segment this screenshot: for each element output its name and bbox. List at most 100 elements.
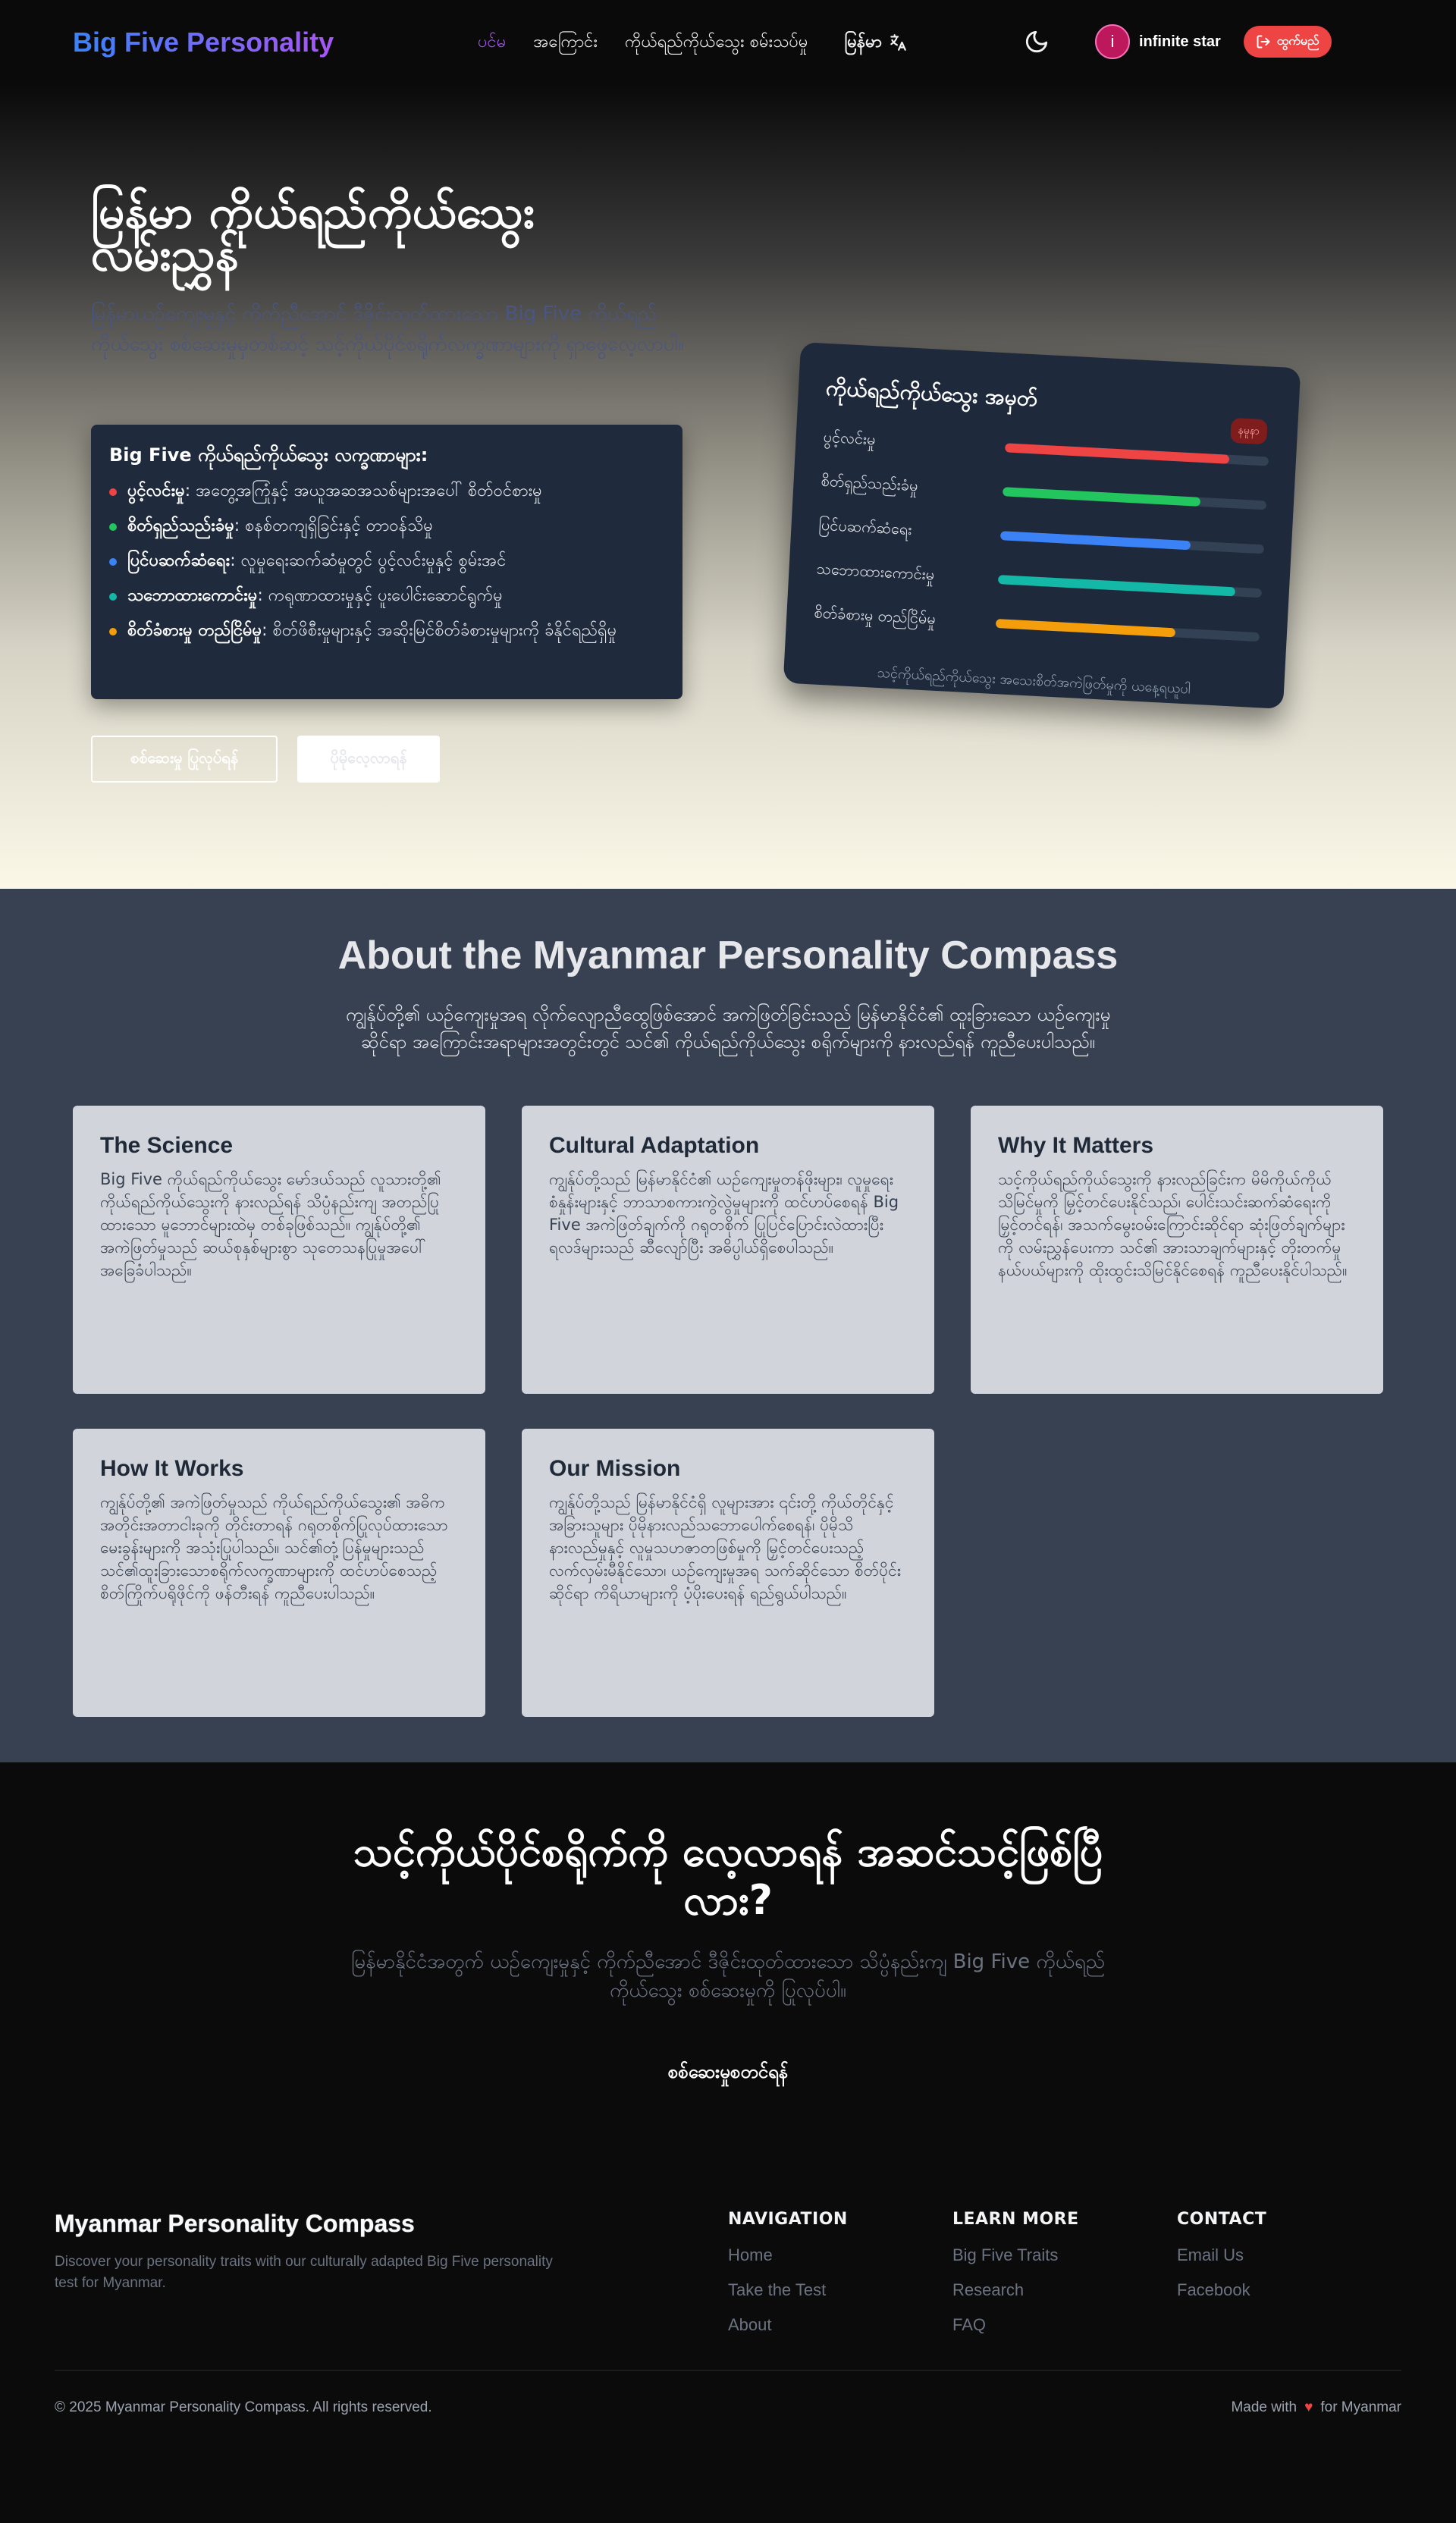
footer-link-home[interactable]: Home	[728, 2245, 952, 2265]
avatar[interactable]: i	[1095, 24, 1130, 59]
heart-icon: ♥	[1304, 2399, 1313, 2415]
footer-col-learn-more: LEARN MORE Big Five Traits Research FAQ	[952, 2210, 1177, 2350]
hero-title: မြန်မာ ကိုယ်ရည်ကိုယ်သွေး လမ်းညွှန်	[91, 186, 535, 281]
hero-section: မြန်မာ ကိုယ်ရည်ကိုယ်သွေး လမ်းညွှန် မြန်မ…	[0, 85, 1456, 889]
trait-name: ပွင့်လင်းမှု	[127, 482, 185, 501]
footer-col-title: NAVIGATION	[728, 2210, 848, 2229]
cta-section: သင့်ကိုယ်ပိုင်စရိုက်ကို လေ့လာရန် အဆင်သင့…	[0, 1762, 1456, 2164]
trait-name: ပြင်ပဆက်ဆံရေး	[127, 551, 231, 570]
about-subtitle: ကျွန်ုပ်တို့၏ ယဉ်ကျေးမှုအရ လိုက်လျောညီထွ…	[345, 1004, 1111, 1053]
footer-divider	[55, 2370, 1401, 2371]
card-body: ကျွန်ုပ်တို့၏ အကဲဖြတ်မှုသည် ကိုယ်ရည်ကိုယ…	[100, 1493, 448, 1602]
trait-score-fill	[1004, 443, 1230, 464]
trait-score-label: ပွင့်လင်းမှု	[823, 427, 877, 449]
nav-link-test[interactable]: ကိုယ်ရည်ကိုယ်သွေး စမ်းသပ်မှု	[625, 30, 808, 55]
trait-text: သဘောထားကောင်းမှု: ကရုဏာထားမှုနှင့် ပူးပေ…	[127, 585, 503, 607]
top-navbar: Big Five Personality ပင်မ အကြောင်း ကိုယ်…	[0, 0, 1456, 85]
about-card-why-it-matters: Why It Matters သင့်ကိုယ်ရည်ကိုယ်သွေးကို …	[971, 1106, 1383, 1394]
brand-logo[interactable]: Big Five Personality	[73, 27, 334, 58]
footer-col-contact: CONTACT Email Us Facebook	[1177, 2210, 1401, 2350]
footer-link-research[interactable]: Research	[952, 2280, 1177, 2300]
trait-score-track	[1002, 487, 1267, 510]
card-body: ကျွန်ုပ်တို့သည် မြန်မာနိုင်ငံ၏ ယဉ်ကျေးမှ…	[549, 1170, 899, 1257]
trait-card-title: ကိုယ်ရည်ကိုယ်သွေး အမှတ်	[825, 375, 1038, 412]
trait-score-label: ပြင်ပဆက်ဆံရေး	[818, 515, 913, 539]
trait-item: သဘောထားကောင်းမှု: ကရုဏာထားမှုနှင့် ပူးပေ…	[109, 585, 664, 607]
trait-score-card: ကိုယ်ရည်ကိုယ်သွေး အမှတ် နမူနာ ပွင့်လင်းမ…	[783, 342, 1301, 709]
trait-score-label: စိတ်ရှည်သည်းခံမှု	[821, 471, 919, 495]
cta-title: သင့်ကိုယ်ပိုင်စရိုက်ကို လေ့လာရန် အဆင်သင့…	[353, 1828, 1103, 1924]
about-card-cultural-adaptation: Cultural Adaptation ကျွန်ုပ်တို့သည် မြန်…	[522, 1106, 934, 1394]
about-card-our-mission: Our Mission ကျွန်ုပ်တို့သည် မြန်မာနိုင်င…	[522, 1429, 934, 1717]
trait-item: ပြင်ပဆက်ဆံရေး: လူမှုရေးဆက်ဆံမှုတွင် ပွင့…	[109, 551, 664, 572]
nav-link-about[interactable]: အကြောင်း	[533, 30, 598, 55]
footer-brand-block: Myanmar Personality Compass Discover you…	[55, 2210, 728, 2350]
footer: Myanmar Personality Compass Discover you…	[0, 2164, 1456, 2446]
trait-score-fill	[995, 619, 1175, 638]
cta-subtitle: မြန်မာနိုင်ငံအတွက် ယဉ်ကျေးမှုနှင့် ကိုက်…	[350, 1950, 1106, 2002]
footer-link-about[interactable]: About	[728, 2315, 952, 2335]
translate-icon	[890, 34, 906, 51]
language-switcher[interactable]: မြန်မာ	[845, 30, 908, 55]
trait-desc: : စိတ်ဖိစီးမှုများနှင့် အဆိုးမြင်စိတ်ခံစ…	[262, 621, 617, 640]
card-body: သင့်ကိုယ်ရည်ကိုယ်သွေးကို နားလည်ခြင်းက မိ…	[998, 1170, 1348, 1279]
nav-links: ပင်မ အကြောင်း ကိုယ်ရည်ကိုယ်သွေး စမ်းသပ်မ…	[478, 0, 908, 85]
language-label: မြန်မာ	[844, 32, 882, 52]
footer-link-faq[interactable]: FAQ	[952, 2315, 1177, 2335]
traits-summary-box: Big Five ကိုယ်ရည်ကိုယ်သွေး လက္ခဏာများ: ပ…	[91, 425, 682, 699]
trait-score-row: စိတ်ခံစားမှု တည်ငြိမ်မှု	[814, 602, 1260, 648]
take-test-button[interactable]: စစ်ဆေးမှု ပြုလုပ်ရန်	[91, 736, 278, 783]
made-with-label: Made with	[1231, 2399, 1298, 2415]
logout-icon	[1257, 35, 1270, 49]
card-title: Our Mission	[549, 1456, 681, 1481]
card-title: Cultural Adaptation	[549, 1133, 760, 1158]
footer-link-facebook[interactable]: Facebook	[1177, 2280, 1401, 2300]
trait-text: ပြင်ပဆက်ဆံရေး: လူမှုရေးဆက်ဆံမှုတွင် ပွင့…	[127, 551, 506, 572]
trait-score-fill	[1002, 487, 1201, 507]
traits-list: ပွင့်လင်းမှု: အတွေ့အကြုံနှင့် အယူအဆအသစ်မ…	[109, 481, 664, 642]
nav-link-home[interactable]: ပင်မ	[478, 30, 506, 55]
made-for-label: for Myanmar	[1320, 2399, 1401, 2415]
trait-score-track	[1004, 443, 1269, 466]
footer-link-take-test[interactable]: Take the Test	[728, 2280, 952, 2300]
trait-dot	[109, 593, 117, 601]
trait-dot	[109, 523, 117, 531]
learn-more-button[interactable]: ပိုမိုလေ့လာရန်	[297, 736, 440, 783]
about-card-science: The Science Big Five ကိုယ်ရည်ကိုယ်သွေး မ…	[73, 1106, 485, 1394]
trait-desc: : ကရုဏာထားမှုနှင့် ပူးပေါင်းဆောင်ရွက်မှု	[257, 586, 503, 605]
trait-score-rows: ပွင့်လင်းမှုစိတ်ရှည်သည်းခံမှုပြင်ပဆက်ဆံရ…	[814, 427, 1269, 648]
trait-text: ပွင့်လင်းမှု: အတွေ့အကြုံနှင့် အယူအဆအသစ်မ…	[127, 481, 542, 502]
trait-score-track	[997, 575, 1263, 598]
trait-text: စိတ်ရှည်သည်းခံမှု: စနစ်တကျရှိခြင်းနှင့် …	[127, 516, 433, 537]
footer-col-navigation: NAVIGATION Home Take the Test About	[728, 2210, 952, 2350]
trait-card-footer: သင့်ကိုယ်ရည်ကိုယ်သွေး အသေးစိတ်အကဲဖြတ်မှု…	[877, 664, 1191, 698]
about-title: About the Myanmar Personality Compass	[337, 934, 1119, 978]
card-body: Big Five ကိုယ်ရည်ကိုယ်သွေး မော်ဒယ်သည် လူ…	[100, 1170, 441, 1279]
trait-item: စိတ်ခံစားမှု တည်ငြိမ်မှု: စိတ်ဖိစီးမှုမျ…	[109, 620, 664, 642]
card-title: The Science	[100, 1133, 234, 1158]
trait-score-fill	[999, 531, 1191, 551]
trait-dot	[109, 488, 117, 496]
trait-score-row: ပြင်ပဆက်ဆံရေး	[818, 515, 1265, 561]
trait-dot	[109, 558, 117, 566]
trait-desc: : လူမှုရေးဆက်ဆံမှုတွင် ပွင့်လင်းမှုနှင့်…	[230, 551, 507, 570]
card-title: How It Works	[100, 1456, 244, 1481]
footer-link-email[interactable]: Email Us	[1177, 2245, 1401, 2265]
trait-item: စိတ်ရှည်သည်းခံမှု: စနစ်တကျရှိခြင်းနှင့် …	[109, 516, 664, 537]
footer-link-big-five-traits[interactable]: Big Five Traits	[952, 2245, 1177, 2265]
trait-score-row: ပွင့်လင်းမှု	[823, 427, 1269, 473]
trait-score-row: သဘောထားကောင်းမှု	[816, 559, 1263, 605]
user-menu[interactable]: i infinite star ထွက်မည်	[1095, 24, 1332, 59]
footer-col-title: CONTACT	[1177, 2210, 1267, 2229]
footer-brand: Myanmar Personality Compass	[55, 2210, 415, 2237]
trait-desc: : စနစ်တကျရှိခြင်းနှင့် တာဝန်သိမှု	[234, 516, 433, 535]
about-cards-grid: The Science Big Five ကိုယ်ရည်ကိုယ်သွေး မ…	[73, 1106, 1383, 1717]
about-section: About the Myanmar Personality Compass ကျ…	[0, 889, 1456, 1762]
trait-score-label: စိတ်ခံစားမှု တည်ငြိမ်မှု	[813, 603, 937, 628]
hero-subtitle: မြန်မာယဉ်ကျေးမှုနှင့် ကိုက်ညီအောင် ဒီဇို…	[91, 303, 684, 356]
logout-button[interactable]: ထွက်မည်	[1243, 26, 1332, 58]
trait-score-track	[995, 619, 1260, 642]
trait-name: စိတ်ခံစားမှု တည်ငြိမ်မှု	[127, 621, 262, 640]
moon-icon[interactable]	[1024, 29, 1050, 55]
start-test-button[interactable]: စစ်ဆေးမှုစတင်ရန်	[650, 2051, 806, 2096]
